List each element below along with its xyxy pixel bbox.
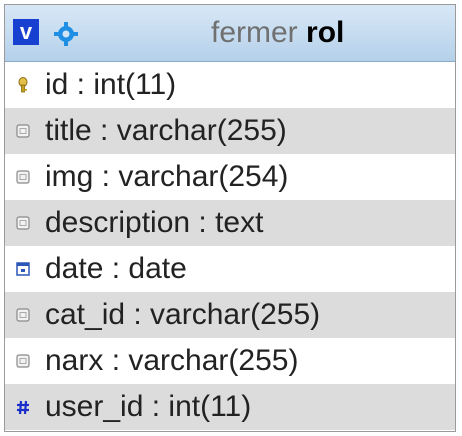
table-title[interactable]: fermer rol [211, 15, 344, 51]
number-icon [15, 398, 31, 416]
text-field-icon [15, 214, 31, 232]
column-row-narx[interactable]: narx : varchar(255) [5, 338, 455, 384]
column-label: cat_id : varchar(255) [45, 298, 321, 331]
column-row-id[interactable]: id : int(11) [5, 62, 455, 108]
column-row-title[interactable]: title : varchar(255) [5, 108, 455, 154]
collapse-toggle-button[interactable]: v [13, 19, 39, 45]
column-label: title : varchar(255) [45, 114, 287, 147]
text-field-icon [15, 352, 31, 370]
column-label: img : varchar(254) [45, 160, 289, 193]
table-title-prefix: fermer [211, 16, 298, 49]
column-label: narx : varchar(255) [45, 344, 299, 377]
column-row-cat-id[interactable]: cat_id : varchar(255) [5, 292, 455, 338]
column-row-description[interactable]: description : text [5, 200, 455, 246]
table-card: v fermer rol id: int(11) title: varcha… [4, 4, 456, 432]
key-icon [15, 76, 31, 94]
column-label: user_id : int(11) [45, 390, 252, 423]
column-row-img[interactable]: img : varchar(254) [5, 154, 455, 200]
table-title-name: rol [306, 16, 345, 49]
text-field-icon [15, 168, 31, 186]
calendar-icon [15, 260, 31, 278]
table-header[interactable]: v fermer rol [5, 5, 455, 62]
text-field-icon [15, 122, 31, 140]
column-row-date[interactable]: date : date [5, 246, 455, 292]
column-row-user-id[interactable]: user_id : int(11) [5, 384, 455, 430]
gear-icon[interactable] [53, 21, 79, 47]
column-label: id : int(11) [45, 68, 177, 101]
text-field-icon [15, 306, 31, 324]
column-label: description : text [45, 206, 264, 239]
column-label: date : date [45, 252, 187, 285]
